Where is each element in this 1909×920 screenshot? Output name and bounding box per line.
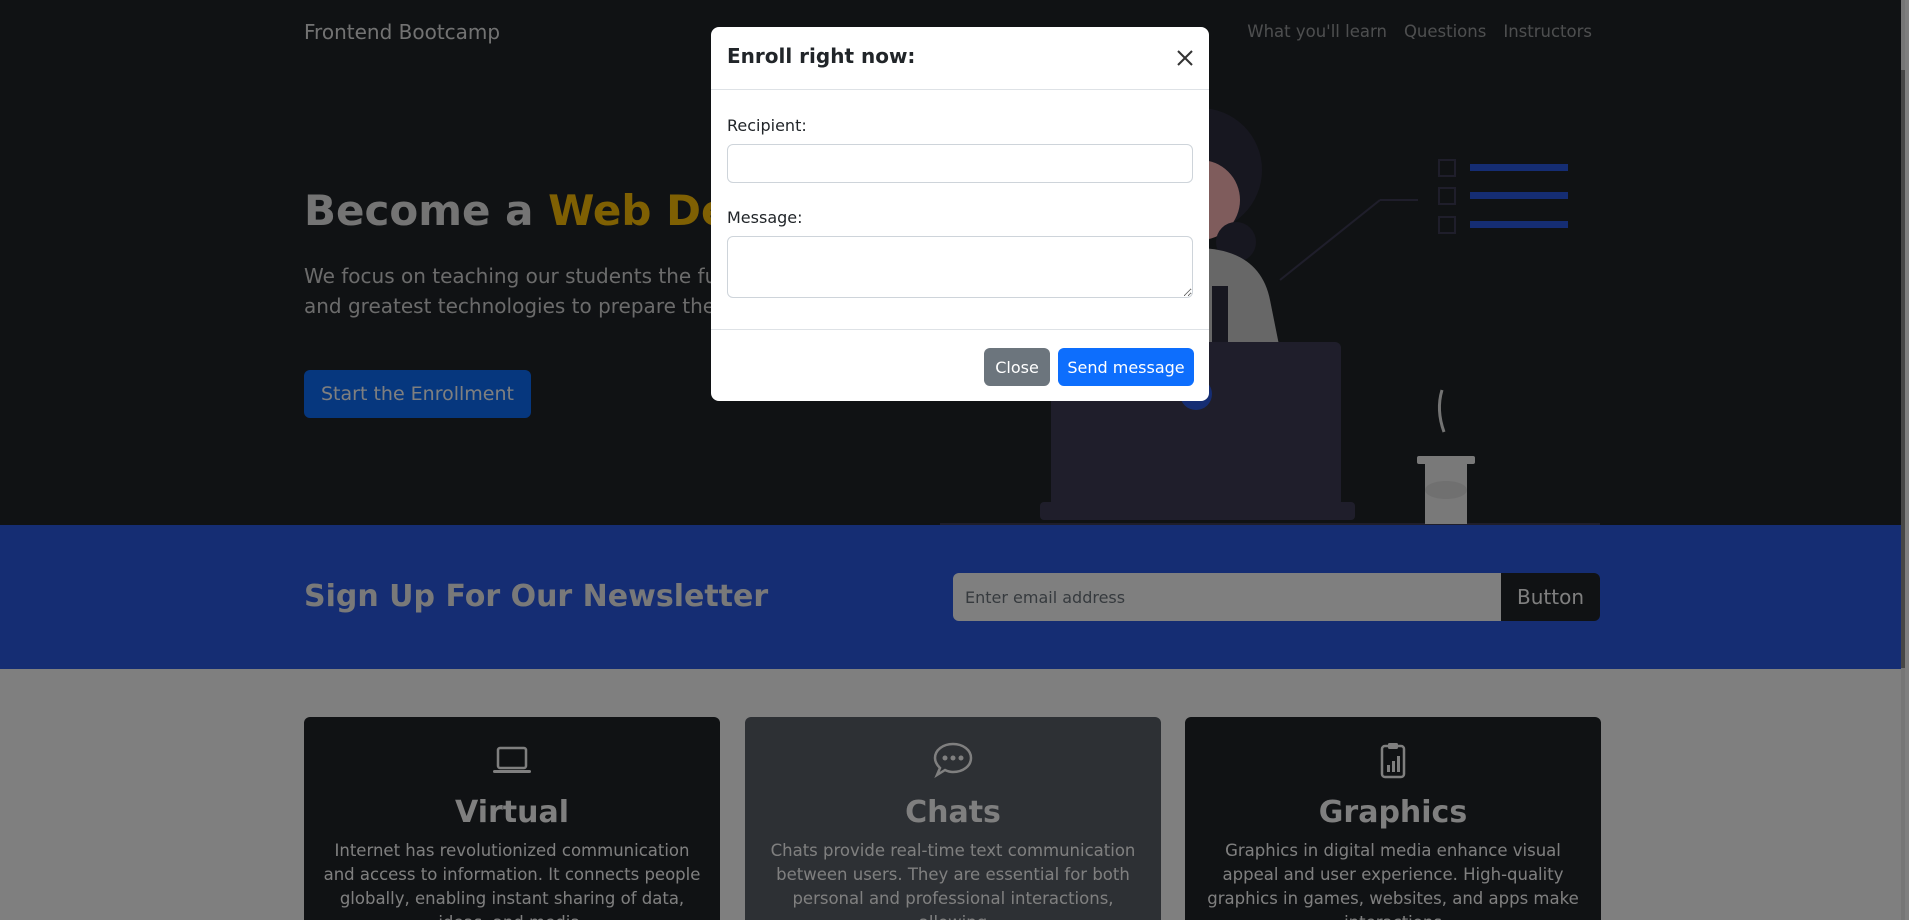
modal-header: Enroll right now: [711, 27, 1209, 90]
modal-body: Recipient: Message: [711, 90, 1209, 330]
close-button[interactable]: Close [984, 348, 1050, 386]
send-message-button[interactable]: Send message [1058, 348, 1194, 386]
modal-footer: Close Send message [711, 330, 1209, 400]
modal-title: Enroll right now: [727, 44, 916, 68]
enroll-modal: Enroll right now: Recipient: Message: Cl… [711, 27, 1209, 401]
recipient-label: Recipient: [727, 116, 807, 135]
message-textarea[interactable] [727, 236, 1193, 298]
recipient-input[interactable] [727, 144, 1193, 183]
close-icon[interactable] [1173, 46, 1197, 70]
message-label: Message: [727, 208, 803, 227]
